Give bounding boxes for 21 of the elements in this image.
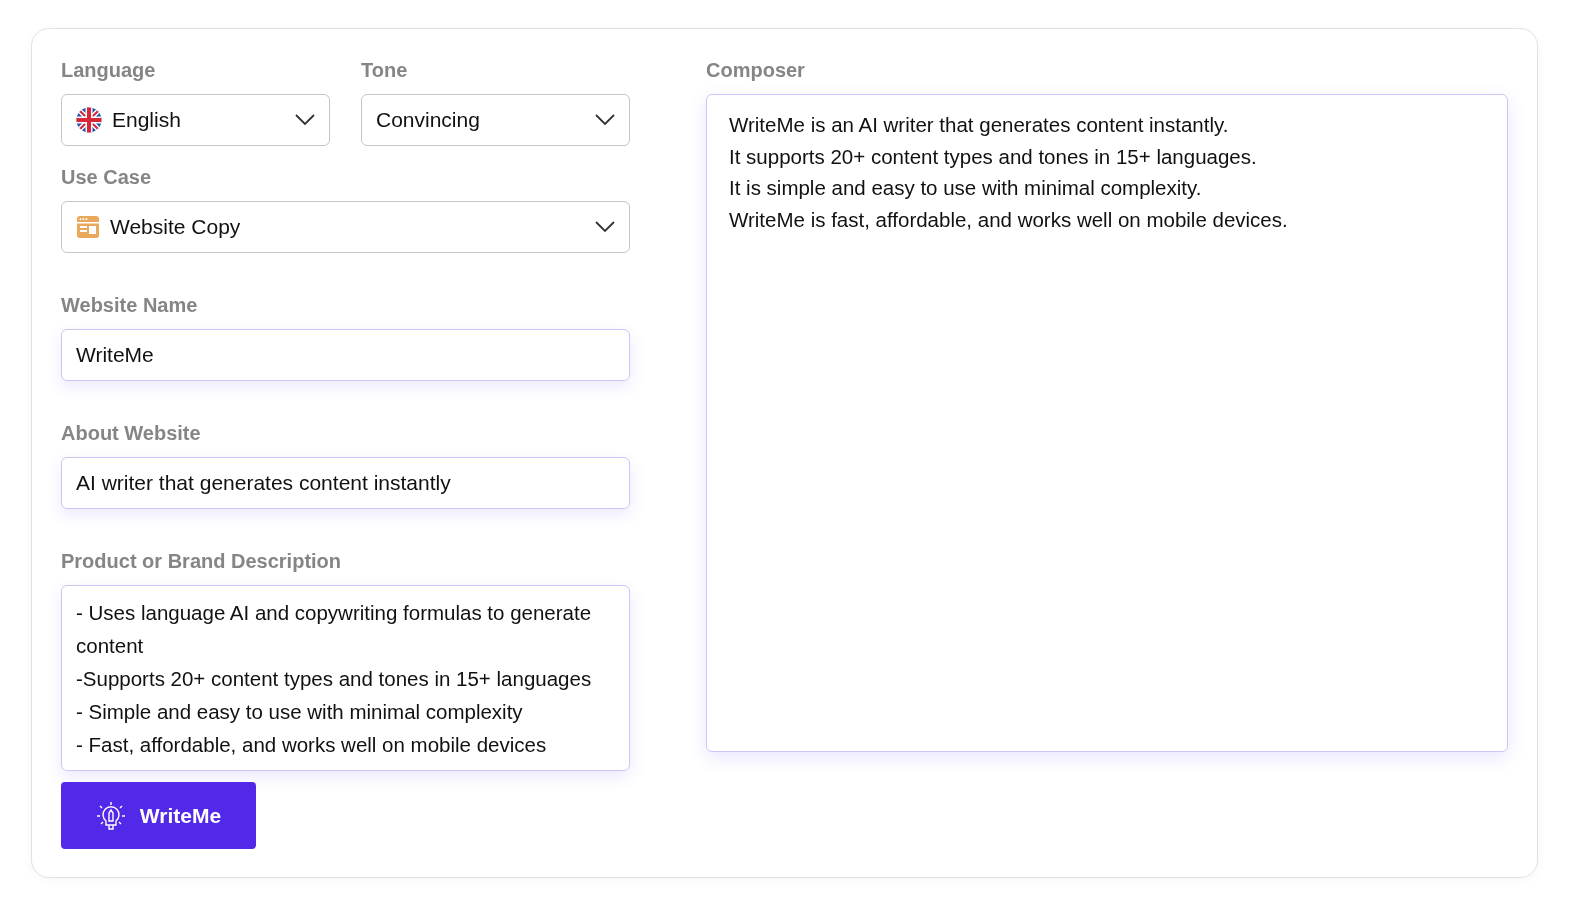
field-label: Tone — [361, 59, 409, 83]
composer-textarea[interactable]: WriteMe is an AI writer that generates content instantly. It supports 20+ content types and tones in 15+ languages. It is simple and easy to use with minimal complexity. WriteMe is fast, affordable, and works well on mobile devices. — [706, 94, 1508, 752]
field-label: Language — [61, 59, 157, 83]
field-label: Composer — [706, 59, 806, 83]
use-case-dropdown[interactable]: Website Copy — [61, 201, 630, 253]
description-textarea[interactable]: - Uses language AI and copywriting formulas to generate content -Supports 20+ content types and tones in 15+ languages - Simple and easy to use with minimal complexity - Fast, affordable, and works well on mobile devices — [61, 585, 630, 771]
language-dropdown[interactable]: English — [61, 94, 330, 146]
webpage-icon — [76, 215, 100, 239]
chevron-down-icon — [595, 221, 615, 233]
about-website-field[interactable]: AI writer that generates content instantly — [61, 457, 630, 509]
tone-dropdown[interactable]: Convincing — [361, 94, 630, 146]
field-label: About Website — [61, 422, 202, 446]
field-label: Website Name — [61, 294, 199, 318]
chevron-down-icon — [295, 114, 315, 126]
field-label: Use Case — [61, 166, 153, 190]
website-name-field[interactable]: WriteMe — [61, 329, 630, 381]
chevron-down-icon — [595, 114, 615, 126]
field-label: Product or Brand Description — [61, 550, 343, 574]
writeme-button[interactable]: WriteMe — [61, 782, 256, 849]
flag-icon — [76, 107, 102, 133]
lightbulb-pencil-icon — [95, 800, 126, 831]
